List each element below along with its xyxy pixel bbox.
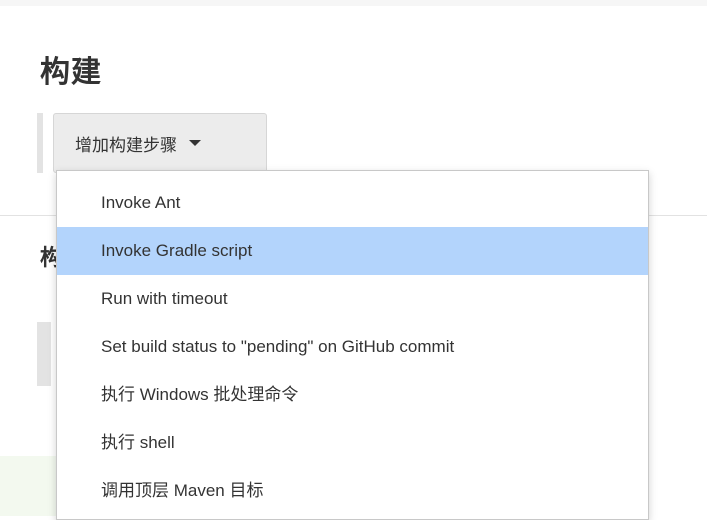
- menu-item-invoke-ant[interactable]: Invoke Ant: [57, 179, 648, 227]
- add-build-step-label: 增加构建步骤: [75, 135, 177, 155]
- menu-item-run-with-timeout[interactable]: Run with timeout: [57, 275, 648, 323]
- background-panel: [0, 456, 60, 516]
- menu-item-execute-shell[interactable]: 执行 shell: [57, 419, 648, 467]
- add-build-step-button[interactable]: 增加构建步骤: [53, 113, 267, 173]
- post-build-button-edge: [37, 322, 51, 386]
- menu-item-invoke-gradle-script[interactable]: Invoke Gradle script: [57, 227, 648, 275]
- build-step-dropdown-menu: Invoke Ant Invoke Gradle script Run with…: [56, 170, 649, 520]
- section-title: 构建: [40, 55, 102, 89]
- top-bar: [0, 0, 707, 6]
- section-accent-bar: [37, 113, 43, 173]
- menu-item-windows-batch-command[interactable]: 执行 Windows 批处理命令: [57, 371, 648, 419]
- menu-item-maven-targets[interactable]: 调用顶层 Maven 目标: [57, 467, 648, 515]
- menu-item-set-build-status-pending[interactable]: Set build status to "pending" on GitHub …: [57, 323, 648, 371]
- caret-down-icon: [189, 140, 201, 146]
